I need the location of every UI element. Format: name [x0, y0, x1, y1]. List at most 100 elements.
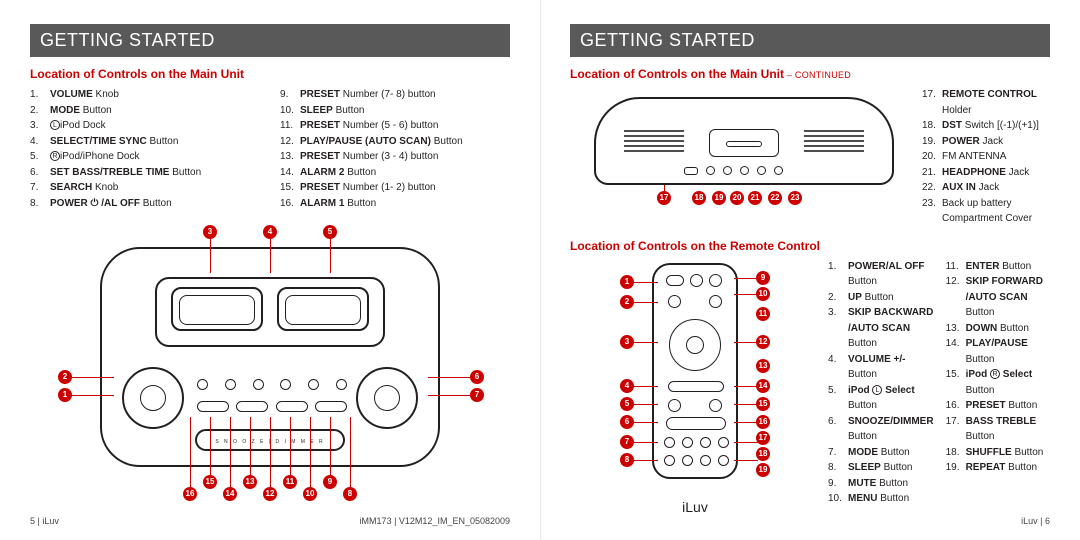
callout-21: 21 [748, 191, 762, 205]
callout-11: 11 [283, 475, 297, 489]
list-item: REPEAT Button [946, 460, 1050, 476]
list-item: PRESET Number (1- 2) button [280, 180, 510, 196]
page-6: GETTING STARTED Location of Controls on … [540, 0, 1080, 540]
callout-23: 23 [788, 191, 802, 205]
callout-22: 22 [768, 191, 782, 205]
manual-spread: GETTING STARTED Location of Controls on … [0, 0, 1080, 540]
rc-co-9: 9 [756, 271, 770, 285]
rc-snooze [666, 417, 726, 430]
subtitle-remote: Location of Controls on the Remote Contr… [570, 239, 1050, 253]
rc-co-4: 4 [620, 379, 634, 393]
list-item: POWER Jack [922, 134, 1050, 150]
list-item: PRESET Number (3 - 4) button [280, 149, 510, 165]
list-item: REMOTE CONTROL Holder [922, 87, 1050, 118]
page-header: GETTING STARTED [570, 24, 1050, 57]
remote-list-2: ENTER ButtonSKIP FORWARD /AUTO SCAN Butt… [946, 259, 1050, 476]
rc-co-13: 13 [756, 359, 770, 373]
dock-left [171, 287, 263, 331]
rc-prev [668, 399, 681, 412]
rc-co-18: 18 [756, 447, 770, 461]
rear-view-diagram: 17 18 19 20 21 22 23 [584, 87, 912, 197]
list-item: FM ANTENNA [922, 149, 1050, 165]
callout-10: 10 [303, 487, 317, 501]
rc-co-6: 6 [620, 415, 634, 429]
list-item: SHUFFLE Button [946, 445, 1050, 461]
list-item: SEARCH Knob [30, 180, 260, 196]
list-item: SKIP BACKWARD /AUTO SCAN Button [828, 305, 934, 352]
list-item: ALARM 1 Button [280, 196, 510, 212]
list-item: MUTE Button [828, 476, 934, 492]
rc-co-19: 19 [756, 463, 770, 477]
rc-co-10: 10 [756, 287, 770, 301]
callout-5: 5 [323, 225, 337, 239]
dock-well [155, 277, 385, 347]
doc-id: iMM173 | V12M12_IM_EN_05082009 [360, 516, 510, 526]
callout-8: 8 [343, 487, 357, 501]
rc-co-17: 17 [756, 431, 770, 445]
list-item: LiPod Dock [30, 118, 260, 134]
callout-19: 19 [712, 191, 726, 205]
list-item: UP Button [828, 290, 934, 306]
callout-1: 1 [58, 388, 72, 402]
rc-co-8: 8 [620, 453, 634, 467]
callout-9: 9 [323, 475, 337, 489]
callout-14: 14 [223, 487, 237, 501]
callout-3: 3 [203, 225, 217, 239]
rear-list: REMOTE CONTROL HolderDST Switch [(-1)/(+… [922, 87, 1050, 227]
rc-co-15: 15 [756, 397, 770, 411]
list-item: SLEEP Button [828, 460, 934, 476]
footer-left-page: 5 | iLuv iMM173 | V12M12_IM_EN_05082009 [30, 516, 510, 526]
list-item: VOLUME +/- Button [828, 352, 934, 383]
list-col2: PRESET Number (7- 8) buttonSLEEP ButtonP… [280, 87, 510, 211]
rc-mute [690, 274, 703, 287]
list-item: SELECT/TIME SYNC Button [30, 134, 260, 150]
list-item: iPod L Select Button [828, 383, 934, 414]
callout-18: 18 [692, 191, 706, 205]
page-number-6: iLuv | 6 [1021, 516, 1050, 526]
rc-ipod-r [709, 295, 722, 308]
volume-knob [122, 367, 184, 429]
remote-holder-slot [709, 129, 779, 157]
list-item: MODE Button [828, 445, 934, 461]
dst-switch [684, 167, 698, 175]
rc-co-3: 3 [620, 335, 634, 349]
page-divider [540, 0, 541, 540]
dock-right [277, 287, 369, 331]
rc-co-5: 5 [620, 397, 634, 411]
rc-co-12: 12 [756, 335, 770, 349]
search-knob [356, 367, 418, 429]
list-item: HEADPHONE Jack [922, 165, 1050, 181]
list-item: SNOOZE/DIMMER Button [828, 414, 934, 445]
footer-right-page: iLuv | 6 [570, 516, 1050, 526]
list-item: iPod R Select Button [946, 367, 1050, 398]
subtitle-main-unit: Location of Controls on the Main Unit [30, 67, 510, 81]
callout-7: 7 [470, 388, 484, 402]
subtitle-main-unit-cont: Location of Controls on the Main Unit – … [570, 67, 1050, 81]
rc-co-1: 1 [620, 275, 634, 289]
list-item: MENU Button [828, 491, 934, 507]
list-item: PLAY/PAUSE (AUTO SCAN) Button [280, 134, 510, 150]
callout-2: 2 [58, 370, 72, 384]
list-item: ALARM 2 Button [280, 165, 510, 181]
list-item: VOLUME Knob [30, 87, 260, 103]
rear-jacks [684, 166, 783, 175]
list-item: RiPod/iPhone Dock [30, 149, 260, 165]
rc-aloff [666, 275, 684, 286]
list-item: POWER/AL OFF Button [828, 259, 934, 290]
callout-12: 12 [263, 487, 277, 501]
list-item: SET BASS/TREBLE TIME Button [30, 165, 260, 181]
page-number-5: 5 | iLuv [30, 516, 59, 526]
list-item: AUX IN Jack [922, 180, 1050, 196]
rc-ipod-l [668, 295, 681, 308]
remote-outline [652, 263, 738, 479]
list-item: SLEEP Button [280, 103, 510, 119]
callout-13: 13 [243, 475, 257, 489]
rc-vol [668, 381, 724, 392]
list-col1: VOLUME KnobMODE ButtonLiPod Dock SELECT/… [30, 87, 260, 211]
list-item: Back up battery Compartment Cover [922, 196, 1050, 227]
callout-15: 15 [203, 475, 217, 489]
list-item: SKIP FORWARD /AUTO SCAN Button [946, 274, 1050, 321]
page-5: GETTING STARTED Location of Controls on … [0, 0, 540, 540]
rear-outline [594, 97, 894, 185]
list-item: PLAY/PAUSE Button [946, 336, 1050, 367]
